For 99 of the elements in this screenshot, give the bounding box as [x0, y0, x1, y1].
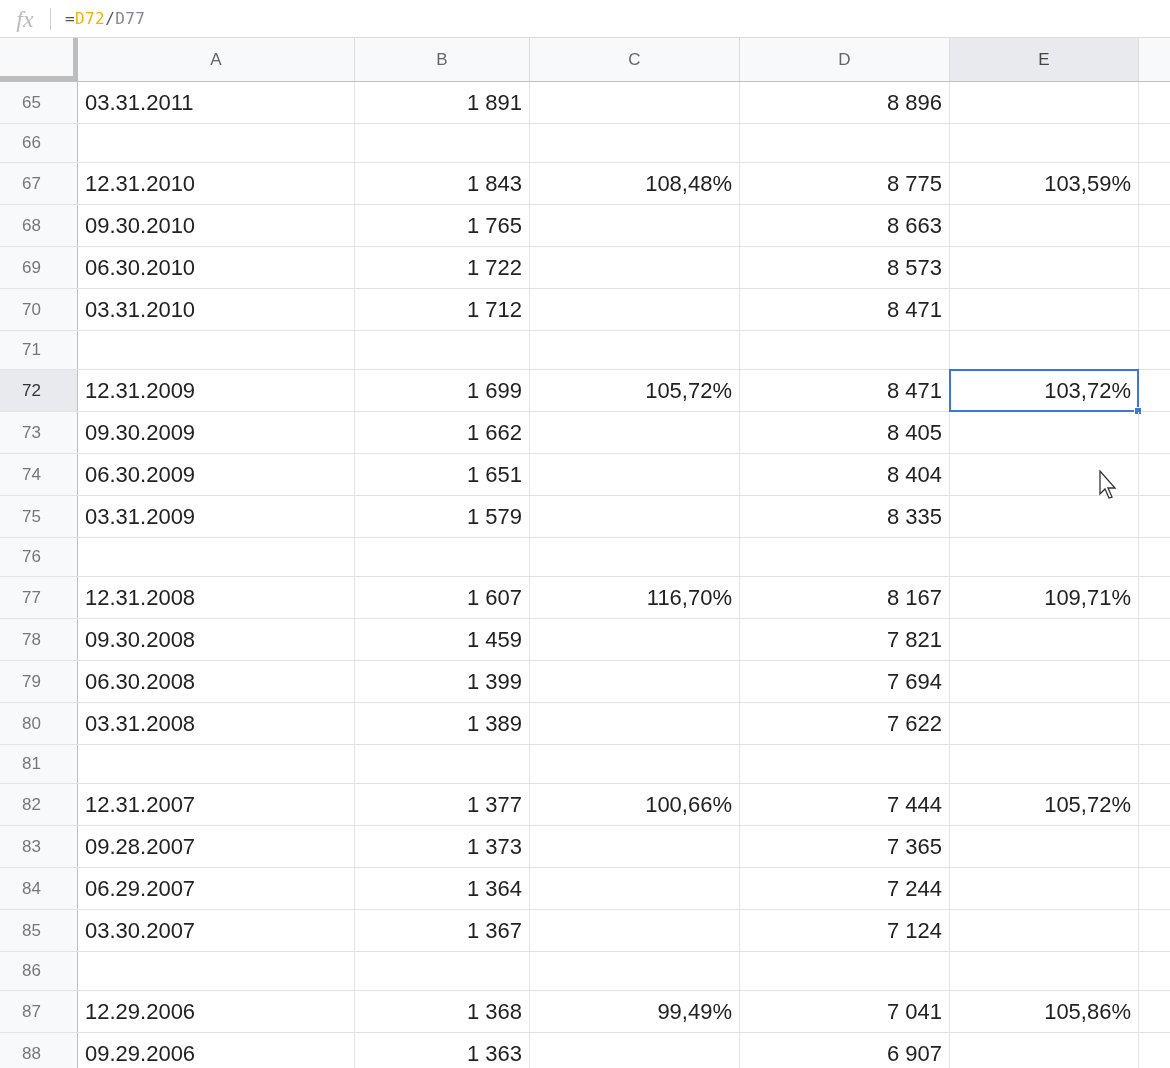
row-header[interactable]: 78 [0, 619, 78, 660]
row-header[interactable]: 79 [0, 661, 78, 702]
table-cell-text: 1 607 [465, 584, 523, 612]
row-header[interactable]: 73 [0, 412, 78, 453]
table-cell-text: 1 459 [465, 626, 523, 654]
table-cell-text: 12.31.2007 [84, 791, 197, 819]
table-cell-text: 7 444 [885, 791, 943, 819]
row-header[interactable]: 65 [0, 82, 78, 123]
table-cell-text: 103,59% [1043, 170, 1132, 198]
table-cell-text: 1 399 [465, 668, 523, 696]
table-cell-text: 8 663 [885, 212, 943, 240]
table-cell-text: 03.30.2007 [84, 917, 197, 945]
fx-label: fx [15, 4, 35, 34]
column-header[interactable]: C [530, 38, 740, 81]
row-header[interactable]: 67 [0, 163, 78, 204]
table-cell-text: 99,49% [656, 998, 733, 1026]
table-cell-text: 105,72% [1043, 791, 1132, 819]
table-cell-text: 1 363 [465, 1040, 523, 1068]
table-cell-text: 8 471 [885, 377, 943, 405]
row-header[interactable]: 88 [0, 1033, 78, 1068]
row-header[interactable]: 70 [0, 289, 78, 330]
table-cell-text: 1 389 [465, 710, 523, 738]
corner-cell[interactable] [0, 38, 78, 81]
table-cell-text: 1 843 [465, 170, 523, 198]
row-header[interactable]: 76 [0, 538, 78, 576]
column-header[interactable]: A [78, 38, 355, 81]
table-cell-text: 103,72% [1043, 377, 1132, 405]
table-cell-text: 7 244 [885, 875, 943, 903]
table-cell-text: 105,86% [1043, 998, 1132, 1026]
row-header[interactable]: 71 [0, 331, 78, 369]
row-header[interactable]: 83 [0, 826, 78, 867]
table-cell-text: 09.30.2010 [84, 212, 197, 240]
table-cell-text: 1 712 [465, 296, 523, 324]
row-header[interactable]: 80 [0, 703, 78, 744]
table-cell-text: 1 373 [465, 833, 523, 861]
table-cell-text: 03.31.2011 [84, 89, 195, 117]
row-header[interactable]: 87 [0, 991, 78, 1032]
table-cell-text: 1 364 [465, 875, 523, 903]
row-header[interactable]: 81 [0, 745, 78, 783]
table-cell-text: 1 765 [465, 212, 523, 240]
table-cell-text: 06.29.2007 [84, 875, 197, 903]
table-cell-text: 1 891 [465, 89, 523, 117]
mouse-pointer-icon [1099, 470, 1119, 500]
table-cell-text: 12.31.2009 [84, 377, 197, 405]
table-cell-text: 09.30.2009 [84, 419, 197, 447]
table-cell-text: 6 907 [885, 1040, 943, 1068]
table-cell-text: 06.30.2010 [84, 254, 197, 282]
table-cell-text: 7 622 [885, 710, 943, 738]
table-cell-text: 1 651 [465, 461, 523, 489]
table-cell-text: 09.29.2006 [84, 1040, 197, 1068]
table-cell-text: 7 041 [885, 998, 943, 1026]
table-cell-text: 1 367 [465, 917, 523, 945]
row-header[interactable]: 66 [0, 124, 78, 162]
table-cell-text: 12.31.2008 [84, 584, 197, 612]
table-cell-text: 1 722 [465, 254, 523, 282]
table-cell-text: 12.31.2010 [84, 170, 197, 198]
row-header[interactable]: 77 [0, 577, 78, 618]
table-cell-text: 03.31.2008 [84, 710, 197, 738]
table-cell-text: 09.28.2007 [84, 833, 197, 861]
row-header[interactable]: 86 [0, 952, 78, 990]
table-cell-text: 8 896 [885, 89, 943, 117]
table-cell-text: 03.31.2009 [84, 503, 197, 531]
table-cell-text: 8 405 [885, 419, 943, 447]
table-cell-text: 108,48% [644, 170, 733, 198]
table-cell-text: 06.30.2008 [84, 668, 197, 696]
table-cell-text: 116,70% [645, 584, 733, 612]
table-cell-text: 7 124 [885, 917, 943, 945]
row-header[interactable]: 82 [0, 784, 78, 825]
table-cell-text: 12.29.2006 [84, 998, 197, 1026]
table-cell-text: 7 694 [885, 668, 943, 696]
table-cell-text: 7 821 [885, 626, 943, 654]
table-cell-text: 8 167 [885, 584, 943, 612]
row-header[interactable]: 84 [0, 868, 78, 909]
column-header[interactable]: B [355, 38, 530, 81]
row-header[interactable]: 72 [0, 370, 78, 411]
table-cell-text: 109,71% [1043, 584, 1132, 612]
table-cell-text: 09.30.2008 [84, 626, 197, 654]
table-cell-text: 06.30.2009 [84, 461, 197, 489]
formula-field[interactable]: =D72/D77 [65, 6, 146, 31]
column-header[interactable]: E [950, 38, 1139, 81]
table-cell-text: 1 662 [465, 419, 523, 447]
table-cell-text: 105,72% [644, 377, 733, 405]
row-header[interactable]: 75 [0, 496, 78, 537]
row-header[interactable]: 74 [0, 454, 78, 495]
table-cell-text: 8 471 [885, 296, 943, 324]
row-header[interactable]: 85 [0, 910, 78, 951]
row-header[interactable]: 69 [0, 247, 78, 288]
table-cell-text: 8 335 [885, 503, 943, 531]
table-cell-text: 7 365 [885, 833, 943, 861]
table-cell-text: 1 579 [465, 503, 523, 531]
table-cell-text: 8 573 [885, 254, 943, 282]
table-cell-text: 8 404 [885, 461, 943, 489]
row-header[interactable]: 68 [0, 205, 78, 246]
table-cell-text: 8 775 [885, 170, 943, 198]
table-cell-text: 03.31.2010 [84, 296, 197, 324]
table-cell-text: 1 699 [465, 377, 523, 405]
table-cell-text: 1 368 [465, 998, 523, 1026]
table-cell-text: 1 377 [465, 791, 523, 819]
table-cell-text: 100,66% [644, 791, 733, 819]
